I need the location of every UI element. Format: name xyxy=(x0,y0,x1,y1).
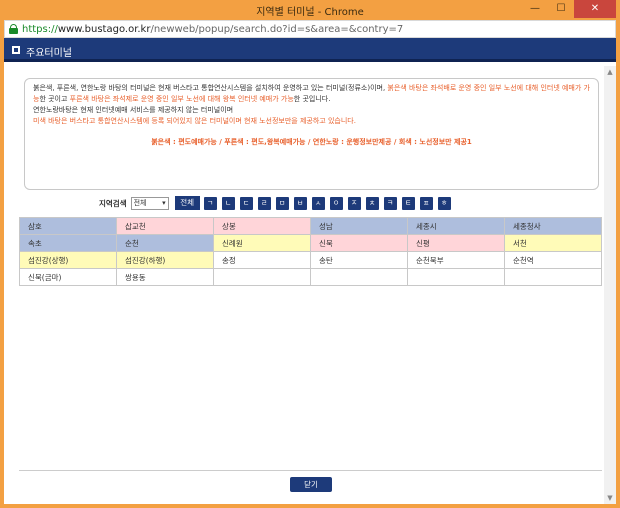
vertical-scrollbar[interactable]: ▲ ▼ xyxy=(604,66,616,504)
minimize-button[interactable]: — xyxy=(522,0,548,18)
terminal-cell[interactable]: 삽교천 xyxy=(116,217,214,235)
color-legend: 붉은색 : 편도예매가능 / 푸른색 : 편도,왕복예매가능 / 연한노랑 : … xyxy=(151,138,472,146)
consonant-button[interactable]: ㅍ xyxy=(419,196,433,210)
terminal-cell[interactable]: 순천북부 xyxy=(407,251,505,269)
terminal-cell[interactable]: 송정 xyxy=(213,251,311,269)
notice-highlight: 푸른색 바탕은 좌석제로 운영 중인 일부 노선에 대해 왕복 인터넷 예매가 … xyxy=(69,95,294,103)
consonant-button[interactable]: ㅁ xyxy=(275,196,289,210)
window-titlebar: 지역별 터미널 - Chrome — ☐ ✕ xyxy=(0,0,620,20)
terminal-cell[interactable]: 서천 xyxy=(504,234,602,252)
empty-cell xyxy=(504,268,602,286)
consonant-button[interactable]: ㅅ xyxy=(311,196,325,210)
url-text[interactable]: https://www.bustago.or.kr/newweb/popup/s… xyxy=(22,24,403,35)
popup-title: 주요터미널 xyxy=(26,48,72,59)
terminal-table-body: 삼호 삽교천 상봉 성남 세종시 세종청사 속초 순천 신례원 신북 신평 서천 섬진강(상행) 섬진강(… xyxy=(19,217,602,286)
lock-icon xyxy=(9,24,18,34)
consonant-button[interactable]: ㄱ xyxy=(203,196,217,210)
terminal-cell[interactable]: 신례원 xyxy=(213,234,311,252)
notice-line-1: 붉은색, 푸른색, 연한노랑 바탕의 터미널은 현재 버스타고 통합연산시스템을… xyxy=(33,83,590,105)
terminal-cell[interactable]: 상봉 xyxy=(213,217,311,235)
consonant-button[interactable]: ㄴ xyxy=(221,196,235,210)
notice-line-2: 연한노랑바탕은 현재 인터넷예매 서비스를 제공하지 않는 터미널이며 xyxy=(33,106,234,114)
consonant-button[interactable]: ㅎ xyxy=(437,196,451,210)
region-search: 지역검색 전체 ▾ 전체 ㄱ ㄴ ㄷ ㄹ ㅁ ㅂ ㅅ ㅇ ㅈ ㅊ ㅋ ㅌ ㅍ ㅎ xyxy=(99,194,456,212)
consonant-button[interactable]: ㄷ xyxy=(239,196,253,210)
notice-text: 한 곳입니다. xyxy=(293,95,331,103)
url-host: www.bustago.or.kr xyxy=(57,23,151,35)
close-button[interactable]: 닫기 xyxy=(290,477,332,492)
consonant-button[interactable]: ㄹ xyxy=(257,196,271,210)
close-window-button[interactable]: ✕ xyxy=(574,0,616,18)
scroll-down-arrow-icon[interactable]: ▼ xyxy=(604,492,616,504)
terminal-cell[interactable]: 순천역 xyxy=(504,251,602,269)
region-select-value: 전체 xyxy=(133,199,147,207)
terminal-cell[interactable]: 성남 xyxy=(310,217,408,235)
terminal-cell[interactable]: 세종시 xyxy=(407,217,505,235)
consonant-button[interactable]: ㅇ xyxy=(329,196,343,210)
popup-header: 주요터미널 xyxy=(4,38,616,62)
region-search-label: 지역검색 xyxy=(99,198,127,208)
page-viewport: 주요터미널 ▲ ▼ 붉은색, 푸른색, 연한노랑 바탕의 터미널은 현재 버스타… xyxy=(4,38,616,504)
terminal-cell[interactable]: 속초 xyxy=(19,234,117,252)
empty-cell xyxy=(213,268,311,286)
terminal-cell[interactable]: 신북 xyxy=(310,234,408,252)
terminal-cell[interactable]: 순천 xyxy=(116,234,214,252)
url-scheme: https:// xyxy=(22,23,58,35)
dropdown-arrow-icon: ▾ xyxy=(162,199,166,207)
terminal-cell[interactable]: 세종청사 xyxy=(504,217,602,235)
divider xyxy=(19,470,602,471)
terminal-cell[interactable]: 신평 xyxy=(407,234,505,252)
address-bar[interactable]: https://www.bustago.or.kr/newweb/popup/s… xyxy=(4,20,616,38)
empty-cell xyxy=(407,268,505,286)
url-path: /newweb/popup/search.do?id=s&area=&contr… xyxy=(150,23,404,35)
terminal-cell[interactable]: 쌍용동 xyxy=(116,268,214,286)
all-button[interactable]: 전체 xyxy=(174,196,200,210)
terminal-table: 삼호 삽교천 상봉 성남 세종시 세종청사 속초 순천 신례원 신북 신평 서천 섬진강(상행) 섬진강(… xyxy=(19,217,602,286)
table-row: 삼호 삽교천 상봉 성남 세종시 세종청사 xyxy=(19,217,602,235)
window-controls: — ☐ ✕ xyxy=(522,0,616,20)
empty-cell xyxy=(310,268,408,286)
terminal-cell[interactable]: 송탄 xyxy=(310,251,408,269)
table-row: 섬진강(상행) 섬진강(하행) 송정 송탄 순천북부 순천역 xyxy=(19,251,602,269)
scroll-up-arrow-icon[interactable]: ▲ xyxy=(604,66,616,78)
notice-text: 붉은색, 푸른색, 연한노랑 바탕의 터미널은 현재 버스타고 통합연산시스템을… xyxy=(33,84,388,92)
consonant-button[interactable]: ㅊ xyxy=(365,196,379,210)
consonant-button[interactable]: ㅋ xyxy=(383,196,397,210)
table-row: 신북(금마) 쌍용동 xyxy=(19,268,602,286)
terminal-cell[interactable]: 신북(금마) xyxy=(19,268,117,286)
region-select[interactable]: 전체 ▾ xyxy=(130,196,169,210)
table-row: 속초 순천 신례원 신북 신평 서천 xyxy=(19,234,602,252)
consonant-button[interactable]: ㅈ xyxy=(347,196,361,210)
maximize-button[interactable]: ☐ xyxy=(548,0,574,18)
notice-line-3: 미색 바탕은 버스타고 통합연산시스템에 등록 되어있지 않은 터미널이며 현재… xyxy=(33,117,356,125)
square-bullet-icon xyxy=(12,46,20,54)
terminal-cell[interactable]: 삼호 xyxy=(19,217,117,235)
notice-box: 붉은색, 푸른색, 연한노랑 바탕의 터미널은 현재 버스타고 통합연산시스템을… xyxy=(24,78,599,190)
terminal-cell[interactable]: 섬진강(하행) xyxy=(116,251,214,269)
consonant-button[interactable]: ㅌ xyxy=(401,196,415,210)
consonant-button[interactable]: ㅂ xyxy=(293,196,307,210)
terminal-cell[interactable]: 섬진강(상행) xyxy=(19,251,117,269)
notice-text: 한 곳이고 xyxy=(39,95,70,103)
